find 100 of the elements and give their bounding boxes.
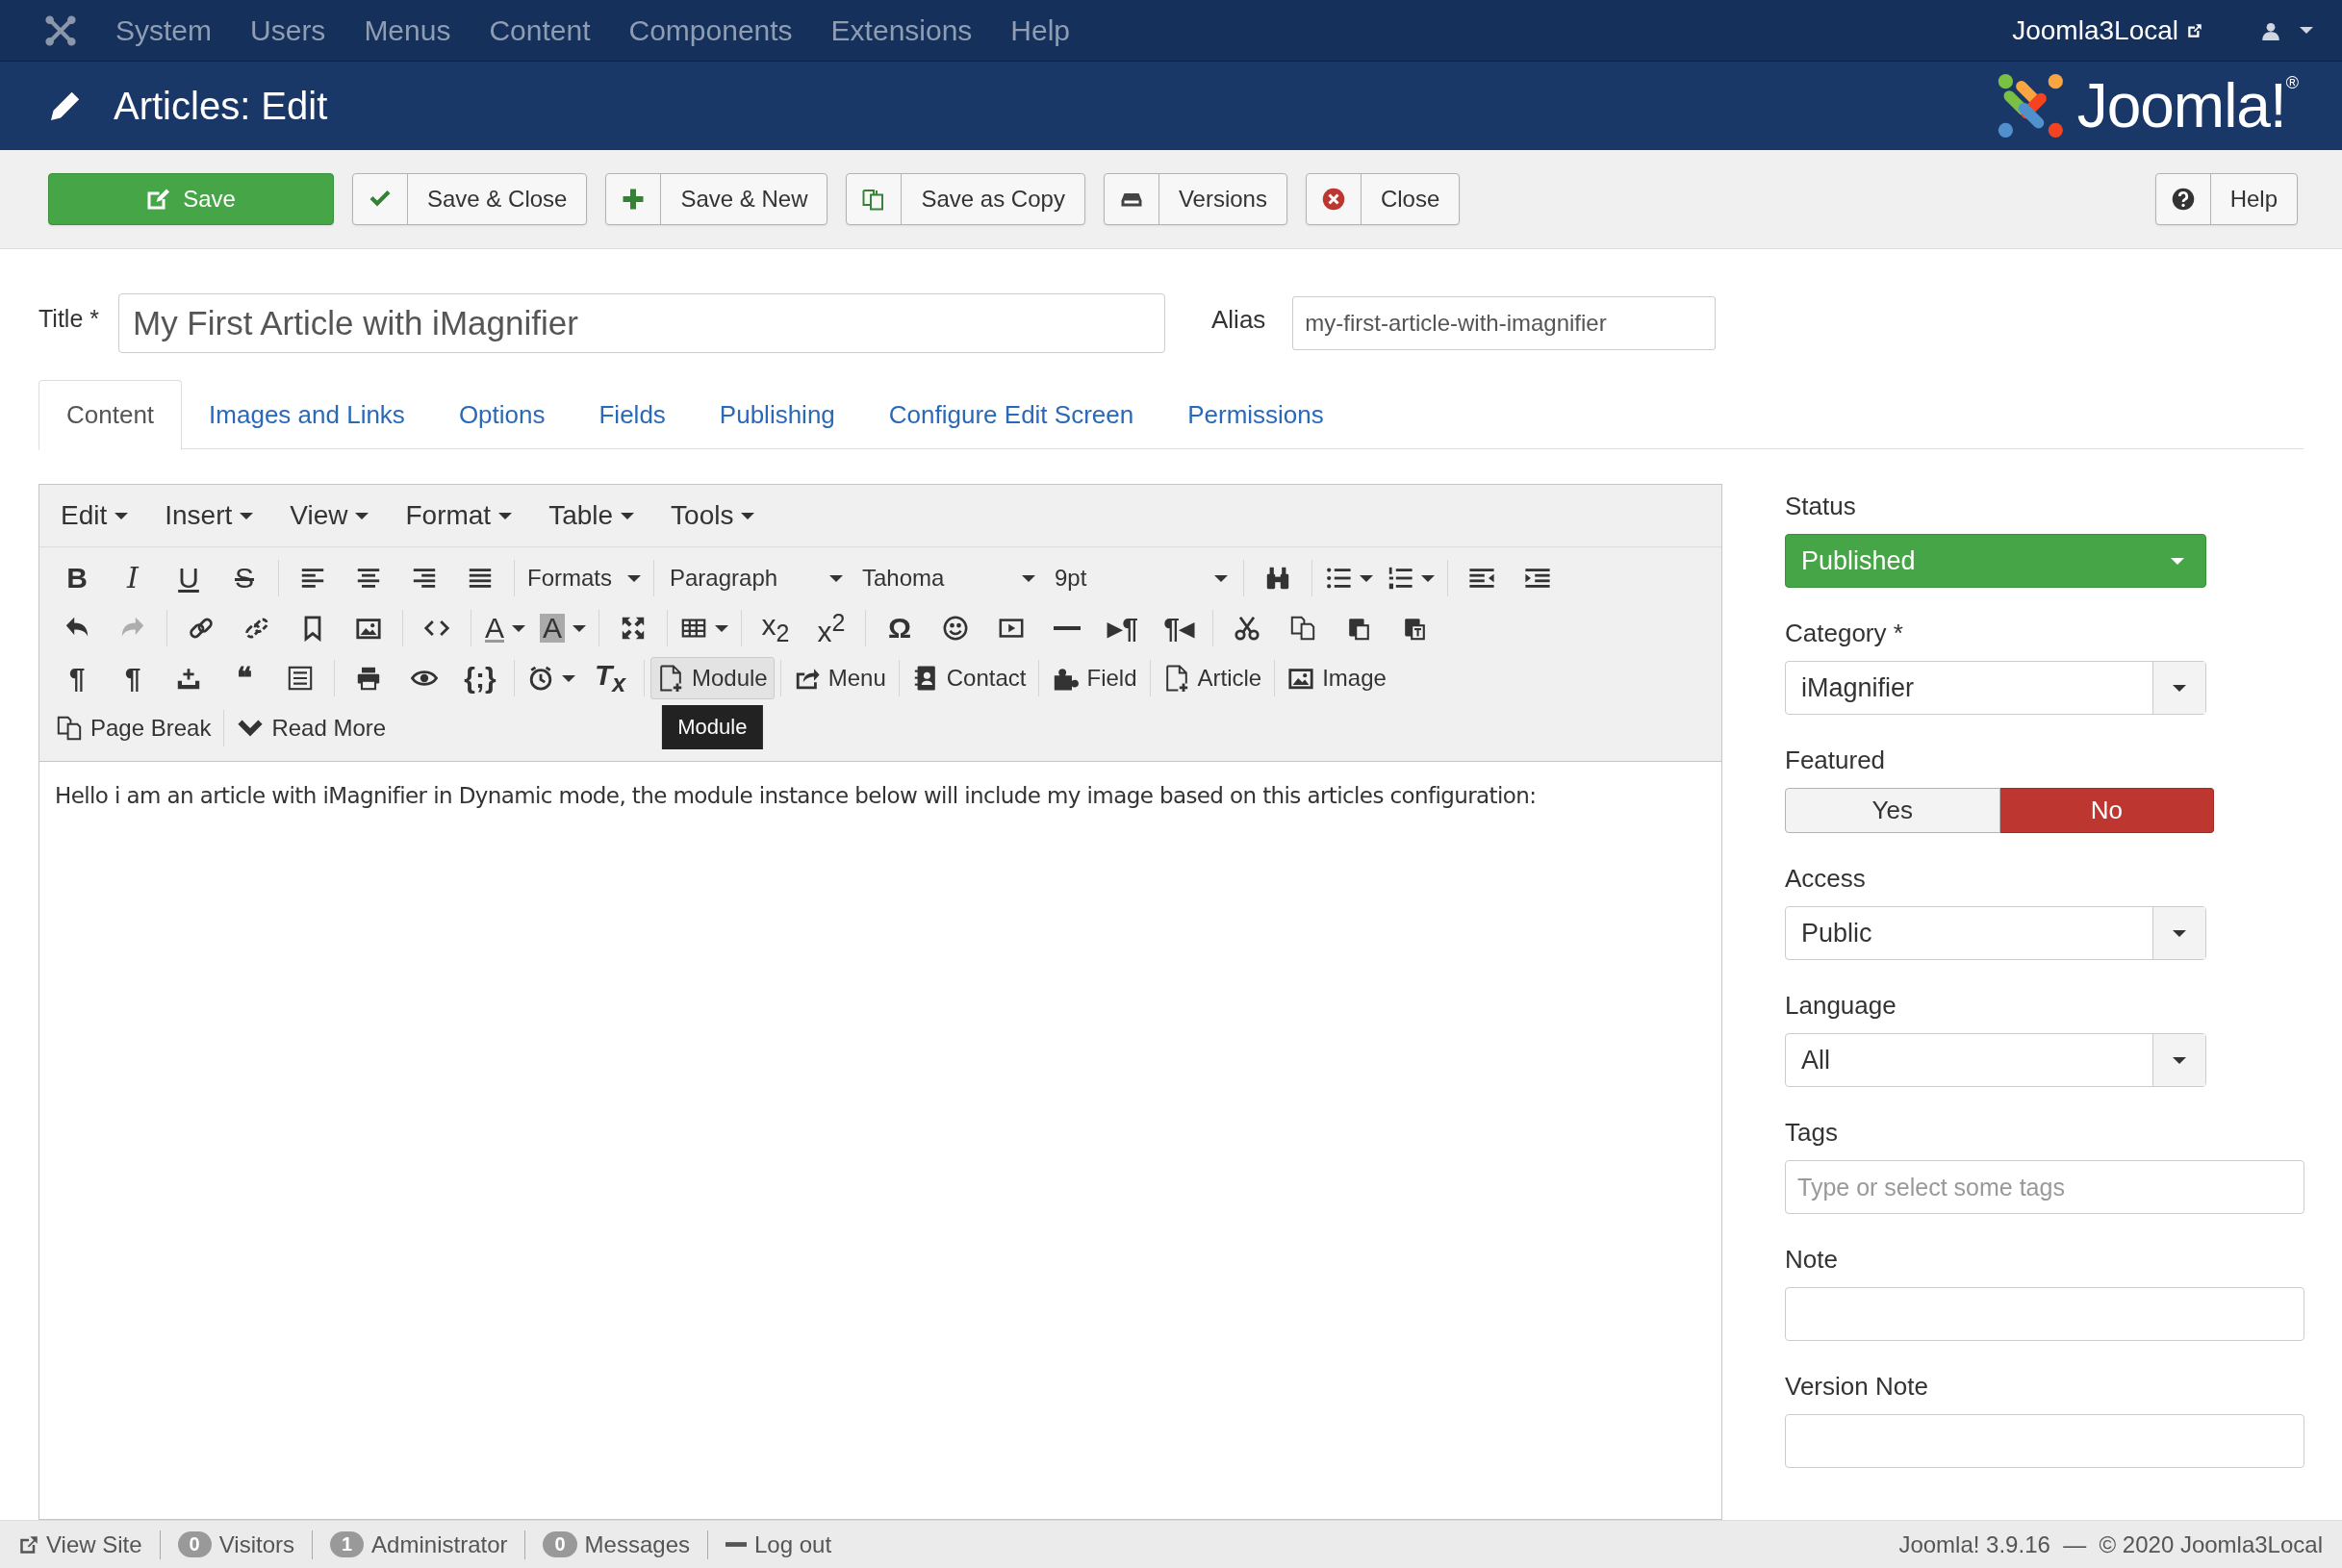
readmore-button[interactable]: Read More (230, 707, 394, 749)
share-button[interactable]: Menu (786, 657, 893, 699)
editor-menu[interactable]: Insert (165, 500, 254, 531)
title-field[interactable]: My First Article with iMagnifier (118, 293, 1165, 353)
toggle-option[interactable]: Yes (1785, 788, 2000, 833)
editor-menu[interactable]: View (290, 500, 369, 531)
joomla-logo-icon[interactable] (44, 13, 77, 47)
caret-icon (1214, 574, 1228, 582)
apply-button[interactable]: Save & Close (352, 173, 588, 225)
template-icon (287, 665, 314, 692)
nav-menu-item[interactable]: Users (250, 13, 326, 47)
bold-button[interactable]: B (49, 557, 105, 599)
caret-icon[interactable] (2300, 27, 2313, 34)
nav-menu-item[interactable]: Components (628, 13, 793, 47)
copy-icon (862, 188, 886, 211)
tab[interactable]: Fields (572, 380, 693, 449)
edit-icon (146, 188, 170, 211)
page-title: Articles: Edit (114, 84, 328, 128)
external-link-icon (19, 1534, 38, 1555)
tooltip: Module (662, 705, 763, 749)
caret-icon (240, 512, 254, 519)
module-icon (657, 665, 684, 692)
text-field[interactable] (1785, 1287, 2304, 1341)
site-link[interactable]: Joomla3Local (2012, 14, 2178, 46)
field-label: Tags (1785, 1118, 1839, 1149)
caret-icon (1022, 574, 1035, 582)
find-icon (1264, 565, 1291, 592)
alias-field[interactable]: my-first-article-with-imagnifier (1292, 296, 1717, 350)
versions-button[interactable]: Versions (1103, 173, 1287, 225)
copy-icon (1289, 615, 1316, 642)
external-link-icon (2186, 21, 2203, 39)
title-label: Title * (38, 305, 99, 333)
toggle-option[interactable]: No (1999, 788, 2214, 833)
tab[interactable]: Images and Links (182, 380, 432, 449)
tab[interactable]: Options (431, 380, 573, 449)
cancel-button[interactable]: Close (1305, 173, 1461, 225)
editor-menu[interactable]: Tools (671, 500, 755, 531)
pagebreak-button[interactable]: Page Break (49, 707, 218, 749)
help-icon (2171, 188, 2195, 211)
new-button[interactable]: Save & New (605, 173, 828, 225)
help-button[interactable]: Help (2154, 173, 2298, 225)
status-item[interactable]: 0 Messages (543, 1530, 690, 1558)
caret-icon (2173, 684, 2186, 692)
picture-button[interactable]: Image (1281, 657, 1393, 699)
status-item[interactable]: 0 Visitors (177, 1530, 294, 1558)
nav-menu-item[interactable]: Menus (364, 13, 451, 47)
strike-button[interactable]: S (216, 557, 272, 599)
editor-menu[interactable]: Table (548, 500, 635, 531)
underline-button[interactable]: U (161, 557, 216, 599)
nav-menu-item[interactable]: Help (1010, 13, 1071, 47)
select-dropdown[interactable]: iMagnifier (1785, 661, 2206, 715)
italic-button[interactable]: I (105, 557, 161, 599)
editor-menu[interactable]: Edit (61, 500, 129, 531)
numlist-icon (1387, 565, 1413, 592)
backcolor-button[interactable]: A (533, 607, 593, 649)
emoticon-icon (942, 615, 969, 642)
logout-link[interactable]: Log out (726, 1530, 832, 1558)
tab[interactable]: Permissions (1160, 380, 1351, 449)
editor-menu[interactable]: Format (405, 500, 513, 531)
puzzle-button[interactable]: Field (1045, 657, 1144, 699)
status-item[interactable]: 1 Administrator (330, 1530, 508, 1558)
field-label: Status (1785, 492, 1857, 522)
view-site-link[interactable]: View Site (19, 1530, 142, 1558)
symbol-button[interactable]: {;} (452, 657, 508, 699)
plain-button[interactable]: x$^{2}$ (803, 607, 859, 649)
forecolor-button[interactable]: A (477, 607, 533, 649)
tags-field[interactable]: Type or select some tags (1785, 1160, 2304, 1214)
field-label: Language (1785, 991, 1897, 1022)
symbol-button[interactable]: Ω (872, 607, 928, 649)
copy-button[interactable]: Save as Copy (846, 173, 1085, 225)
tab[interactable]: Content (38, 380, 183, 450)
field-label: Featured (1785, 746, 1887, 776)
nav-menu-item[interactable]: Content (489, 13, 591, 47)
caret-icon (2173, 929, 2186, 937)
format-dropdown[interactable]: 9pt (1045, 557, 1237, 599)
symbol-button[interactable]: ¶ (49, 657, 105, 699)
select-dropdown[interactable]: All (1785, 1033, 2206, 1087)
contact-button[interactable]: Contact (904, 657, 1033, 699)
plain-button[interactable]: x$_{2}$ (748, 607, 803, 649)
tab[interactable]: Publishing (692, 380, 862, 449)
nav-menu-item[interactable]: Extensions (830, 13, 973, 47)
joomla-logo-text: Joomla!$^{®}$ (2076, 70, 2298, 141)
field-label: Note (1785, 1245, 1839, 1276)
module-button[interactable]: Module (650, 657, 775, 699)
select-dropdown[interactable]: Public (1785, 906, 2206, 960)
symbol-button[interactable]: ¶◂ (1151, 607, 1207, 649)
symbol-button[interactable]: ¶ (105, 657, 161, 699)
format-dropdown[interactable]: Paragraph (660, 557, 853, 599)
field-label: Access (1785, 864, 1867, 895)
article-button[interactable]: Article (1156, 657, 1269, 699)
text-field[interactable] (1785, 1414, 2304, 1468)
formats-menu[interactable]: Formats (521, 557, 648, 599)
caret-icon (2173, 1056, 2186, 1064)
format-dropdown[interactable]: Tahoma (853, 557, 1045, 599)
nav-menu-item[interactable]: System (115, 13, 213, 47)
cut-icon (1234, 615, 1260, 642)
tab[interactable]: Configure Edit Screen (861, 380, 1161, 449)
clearformat-button[interactable]: T$_{x}$ (582, 657, 638, 699)
symbol-button[interactable]: ▸¶ (1095, 607, 1151, 649)
symbol-button[interactable]: ❝ (216, 657, 272, 699)
